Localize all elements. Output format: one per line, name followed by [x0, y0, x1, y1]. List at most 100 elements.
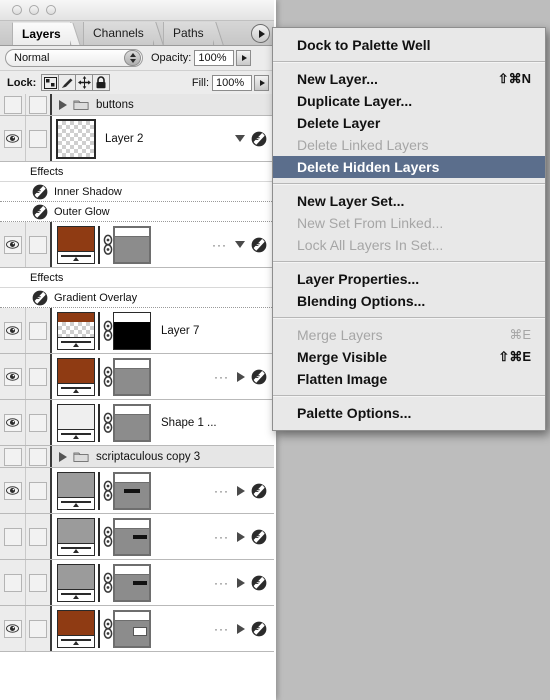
- layer-list[interactable]: buttons Layer 2 Effects Inner Shadow Outer G…: [0, 94, 274, 700]
- layer-row[interactable]: ···: [0, 514, 274, 560]
- lock-image-button[interactable]: [58, 74, 77, 91]
- link-toggle[interactable]: [29, 619, 47, 638]
- link-toggle[interactable]: [29, 95, 47, 114]
- menu-item[interactable]: Dock to Palette Well: [273, 34, 545, 56]
- opacity-input[interactable]: 100%: [194, 50, 235, 66]
- layer-thumbnail[interactable]: [56, 118, 96, 159]
- disclosure-triangle-down-icon[interactable]: [235, 241, 245, 248]
- disclosure-triangle-right-icon[interactable]: [237, 531, 245, 542]
- layer-row[interactable]: ···: [0, 222, 274, 268]
- lock-button-group: [41, 74, 111, 91]
- layer-name[interactable]: Shape 1 ...: [161, 417, 217, 429]
- lock-position-button[interactable]: [75, 74, 94, 91]
- menu-item[interactable]: New Layer... ⇧⌘N: [273, 68, 545, 90]
- layer-group-row[interactable]: buttons: [0, 94, 274, 116]
- tab-paths[interactable]: Paths: [163, 22, 214, 45]
- link-toggle[interactable]: [29, 321, 47, 340]
- disclosure-triangle-right-icon[interactable]: [59, 99, 67, 110]
- lock-all-button[interactable]: [92, 74, 111, 91]
- lock-transparency-button[interactable]: [41, 74, 60, 91]
- layer-thumbnail[interactable]: [57, 471, 95, 510]
- layer-thumbnail[interactable]: [57, 311, 95, 350]
- chevron-updown-icon[interactable]: [124, 50, 141, 66]
- layer-mask-thumbnail[interactable]: [113, 609, 151, 648]
- layer-row[interactable]: ···: [0, 354, 274, 400]
- disclosure-triangle-right-icon[interactable]: [237, 485, 245, 496]
- layer-mask-thumbnail[interactable]: [113, 471, 151, 510]
- visibility-toggle[interactable]: [3, 413, 22, 432]
- layer-group-row[interactable]: scriptaculous copy 3: [0, 446, 274, 468]
- layer-row[interactable]: ···: [0, 606, 274, 652]
- layer-mask-thumbnail[interactable]: [113, 517, 151, 556]
- palette-title-bar[interactable]: [0, 0, 274, 21]
- effects-fx-icon: [251, 131, 267, 146]
- menu-item[interactable]: Flatten Image: [273, 368, 545, 390]
- layer-thumbnail[interactable]: [57, 403, 95, 442]
- disclosure-triangle-right-icon[interactable]: [237, 371, 245, 382]
- thumbnail-base: [58, 382, 94, 395]
- layer-thumbnail[interactable]: [57, 563, 95, 602]
- menu-item[interactable]: Delete Hidden Layers: [273, 156, 545, 178]
- link-toggle[interactable]: [29, 413, 47, 432]
- disclosure-triangle-right-icon[interactable]: [59, 451, 67, 462]
- visibility-toggle[interactable]: [3, 95, 22, 114]
- layer-row[interactable]: ···: [0, 468, 274, 514]
- zoom-button[interactable]: [46, 5, 56, 15]
- blend-mode-select[interactable]: Normal: [5, 49, 143, 67]
- layer-mask-thumbnail[interactable]: [113, 311, 151, 350]
- layer-row[interactable]: Layer 2: [0, 116, 274, 162]
- layer-thumbnail[interactable]: [57, 225, 95, 264]
- layer-mask-thumbnail[interactable]: [113, 225, 151, 264]
- layer-thumbnail[interactable]: [57, 517, 95, 556]
- visibility-toggle[interactable]: [3, 235, 22, 254]
- tab-layers[interactable]: Layers: [12, 22, 71, 45]
- layer-name[interactable]: Layer 2: [105, 133, 143, 145]
- close-button[interactable]: [12, 5, 22, 15]
- visibility-toggle[interactable]: [3, 619, 22, 638]
- fill-slider-button[interactable]: [254, 74, 269, 91]
- menu-item[interactable]: Layer Properties...: [273, 268, 545, 290]
- layer-mask-thumbnail[interactable]: [113, 403, 151, 442]
- visibility-toggle[interactable]: [3, 129, 22, 148]
- menu-item[interactable]: Blending Options...: [273, 290, 545, 312]
- effect-row[interactable]: Outer Glow: [0, 202, 274, 222]
- palette-flyout-menu[interactable]: Dock to Palette Well New Layer... ⇧⌘N Dupli…: [272, 27, 546, 431]
- effect-row[interactable]: Gradient Overlay: [0, 288, 274, 308]
- link-toggle[interactable]: [29, 447, 47, 466]
- tab-channels[interactable]: Channels: [83, 22, 154, 45]
- menu-item[interactable]: Duplicate Layer...: [273, 90, 545, 112]
- menu-item[interactable]: Merge Visible ⇧⌘E: [273, 346, 545, 368]
- menu-item[interactable]: Palette Options...: [273, 402, 545, 424]
- menu-item[interactable]: Delete Layer: [273, 112, 545, 134]
- layer-row[interactable]: ···: [0, 560, 274, 606]
- layer-mask-thumbnail[interactable]: [113, 357, 151, 396]
- link-toggle[interactable]: [29, 129, 47, 148]
- visibility-toggle[interactable]: [3, 447, 22, 466]
- fill-input[interactable]: 100%: [212, 74, 252, 91]
- layer-name[interactable]: Layer 7: [161, 325, 199, 337]
- opacity-slider-button[interactable]: [236, 50, 252, 66]
- visibility-toggle[interactable]: [3, 573, 22, 592]
- link-toggle[interactable]: [29, 367, 47, 386]
- link-toggle[interactable]: [29, 573, 47, 592]
- link-toggle[interactable]: [29, 481, 47, 500]
- visibility-toggle[interactable]: [3, 367, 22, 386]
- visibility-toggle[interactable]: [3, 527, 22, 546]
- layer-mask-thumbnail[interactable]: [113, 563, 151, 602]
- layer-thumbnail[interactable]: [57, 357, 95, 396]
- disclosure-triangle-right-icon[interactable]: [237, 577, 245, 588]
- minimize-button[interactable]: [29, 5, 39, 15]
- menu-item[interactable]: New Layer Set...: [273, 190, 545, 212]
- layer-row[interactable]: Layer 7: [0, 308, 274, 354]
- link-toggle[interactable]: [29, 235, 47, 254]
- disclosure-triangle-down-icon[interactable]: [235, 135, 245, 142]
- visibility-cell: [0, 514, 26, 559]
- visibility-toggle[interactable]: [3, 481, 22, 500]
- layer-thumbnail[interactable]: [57, 609, 95, 648]
- palette-menu-button[interactable]: [251, 24, 270, 43]
- effect-row[interactable]: Inner Shadow: [0, 182, 274, 202]
- disclosure-triangle-right-icon[interactable]: [237, 623, 245, 634]
- layer-row[interactable]: Shape 1 ...: [0, 400, 274, 446]
- visibility-toggle[interactable]: [3, 321, 22, 340]
- link-toggle[interactable]: [29, 527, 47, 546]
